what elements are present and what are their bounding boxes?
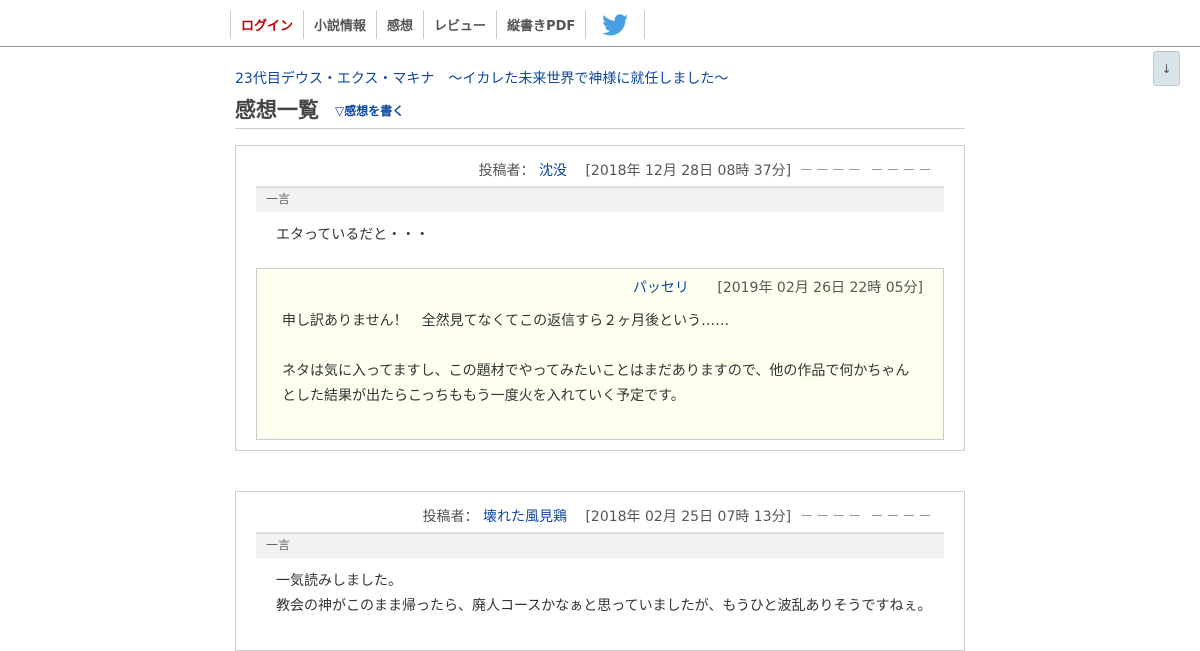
- twitter-share-button[interactable]: [585, 10, 646, 39]
- nav-vertical-pdf-link[interactable]: 縦書きPDF: [496, 10, 585, 39]
- comment-meta: 投稿者： 壊れた風見鶏 [2018年 02月 25日 07時 13分] －－－－…: [423, 506, 934, 526]
- rating-dashes: －－－－ －－－－: [799, 163, 934, 179]
- comment-card: 投稿者： 壊れた風見鶏 [2018年 02月 25日 07時 13分] －－－－…: [235, 491, 965, 651]
- comment-date: [2018年 02月 25日 07時 13分]: [585, 509, 792, 525]
- section-label-bar: 一言: [256, 532, 944, 558]
- poster-label: 投稿者：: [422, 509, 479, 525]
- comment-meta: 投稿者： 沈没 [2018年 12月 28日 08時 37分] －－－－ －－－…: [479, 160, 934, 180]
- comment-date: [2018年 12月 28日 08時 37分]: [585, 163, 792, 179]
- nav-impressions-link[interactable]: 感想: [376, 10, 423, 39]
- page-title-row: 感想一覧 ▽感想を書く: [235, 94, 965, 129]
- reply-date: [2019年 02月 26日 22時 05分]: [717, 280, 923, 296]
- reply-meta: パッセリ [2019年 02月 26日 22時 05分]: [633, 277, 923, 297]
- nav-list: ログイン 小説情報 感想 レビュー 縦書きPDF: [230, 10, 646, 39]
- section-label-bar: 一言: [256, 186, 944, 212]
- comment-text: 一気読みしました。 教会の神がこのまま帰ったら、廃人コースかなぁと思っていました…: [276, 573, 932, 614]
- reply-author-link[interactable]: パッセリ: [633, 280, 689, 296]
- author-reply-box: パッセリ [2019年 02月 26日 22時 05分] 申し訳ありません！ 全…: [256, 268, 944, 440]
- comment-card: 投稿者： 沈没 [2018年 12月 28日 08時 37分] －－－－ －－－…: [235, 145, 965, 451]
- poster-name-link[interactable]: 壊れた風見鶏: [483, 509, 567, 525]
- top-navigation: ログイン 小説情報 感想 レビュー 縦書きPDF: [0, 0, 1200, 47]
- nav-login-link[interactable]: ログイン: [230, 10, 303, 39]
- reply-text: 申し訳ありません！ 全然見てなくてこの返信すら２ヶ月後という…… ネタは気に入っ…: [282, 313, 910, 404]
- twitter-bird-icon: [602, 13, 629, 35]
- nav-review-link[interactable]: レビュー: [423, 10, 496, 39]
- scroll-down-button[interactable]: ↓: [1153, 51, 1180, 86]
- poster-name-link[interactable]: 沈没: [539, 163, 567, 179]
- write-impression-link[interactable]: ▽感想を書く: [335, 102, 404, 119]
- rating-dashes: －－－－ －－－－: [799, 509, 934, 525]
- page-title: 感想一覧: [235, 98, 319, 122]
- novel-title-link[interactable]: 23代目デウス・エクス・マキナ ～イカレた未来世界で神様に就任しました～: [235, 68, 728, 88]
- poster-label: 投稿者：: [478, 163, 535, 179]
- nav-novel-info-link[interactable]: 小説情報: [303, 10, 376, 39]
- comment-text: エタっているだと・・・: [276, 227, 430, 243]
